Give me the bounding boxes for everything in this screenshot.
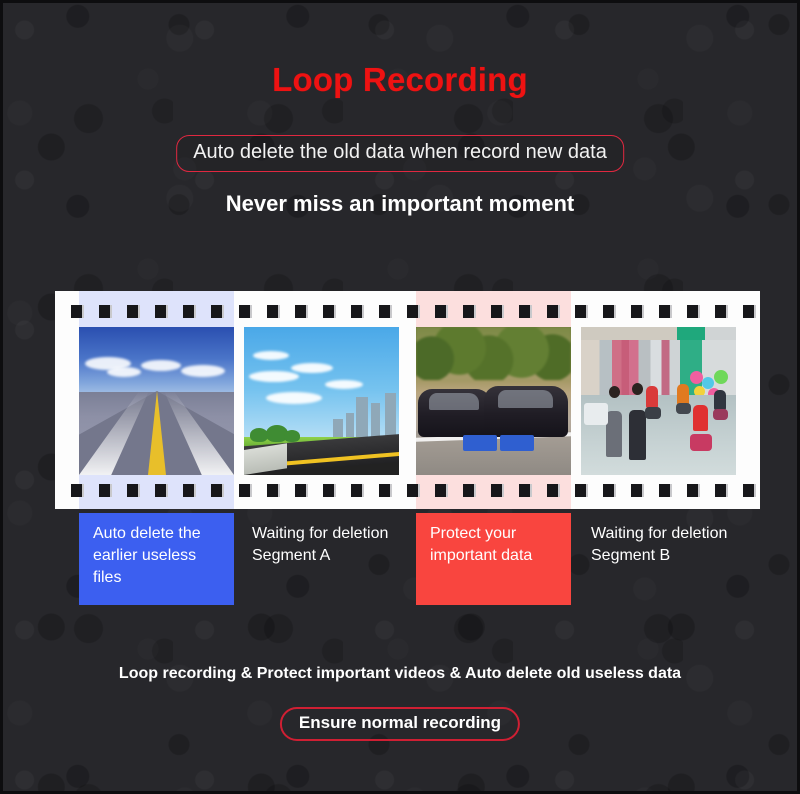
scooter-rider <box>714 389 727 410</box>
footer-summary-text: Loop recording & Protect important video… <box>118 665 682 682</box>
scooter-rider <box>692 404 708 431</box>
cloud <box>106 366 141 377</box>
frame-caption-3: Protect your important data <box>416 513 571 605</box>
sprocket-hole-row <box>71 305 760 318</box>
license-plate <box>499 435 534 452</box>
loop-recording-infographic: Loop Recording Auto delete the old data … <box>0 0 800 794</box>
road-with-city-skyline-photo <box>244 327 399 475</box>
car-right <box>484 386 568 437</box>
skyscraper <box>384 393 396 440</box>
page-title: Loop Recording <box>272 61 528 98</box>
pedestrian <box>629 410 647 461</box>
scooter-rider <box>677 384 690 406</box>
skyscraper <box>356 397 368 440</box>
cloud <box>265 392 322 405</box>
scooter <box>689 434 712 452</box>
sprocket-hole-row <box>71 484 760 497</box>
tree <box>284 430 301 443</box>
cloud <box>290 362 333 373</box>
sprocket-holes-top <box>55 300 760 324</box>
windshield <box>429 392 479 410</box>
highway-over-sea-photo <box>79 327 234 475</box>
license-plate <box>462 435 497 452</box>
film-frame-3 <box>416 327 571 475</box>
car-collision-photo <box>416 327 571 475</box>
scooter-rider <box>646 386 659 409</box>
frame-caption-2: Waiting for deletion Segment A <box>252 525 389 564</box>
cloud <box>141 359 181 371</box>
parked-van <box>584 402 609 425</box>
tagline-text: Never miss an important moment <box>225 191 575 216</box>
skyscraper <box>371 403 381 440</box>
pedestrian-head <box>608 386 620 399</box>
frame-caption-1: Auto delete the earlier useless files <box>79 513 234 605</box>
scooter <box>644 406 661 419</box>
pedestrian <box>605 411 622 458</box>
film-frame-1 <box>79 327 234 475</box>
film-frame-2 <box>244 327 399 475</box>
scooter <box>675 403 691 415</box>
ensure-normal-recording-box: Ensure normal recording <box>279 707 521 741</box>
ensure-normal-recording-text: Ensure normal recording <box>298 713 502 732</box>
sprocket-holes-bottom <box>55 479 760 503</box>
film-strip <box>55 291 760 509</box>
balloon <box>689 371 703 385</box>
film-frame-4 <box>581 327 736 475</box>
film-frames <box>55 327 760 475</box>
windshield <box>497 390 553 409</box>
shop-signage <box>581 327 736 341</box>
roadside-trees <box>416 327 571 381</box>
subtitle-text: Auto delete the old data when record new… <box>193 141 607 163</box>
scooter <box>712 409 728 421</box>
subtitle-callout-box: Auto delete the old data when record new… <box>176 135 624 172</box>
car-left <box>417 389 492 437</box>
busy-street-scooters-photo <box>581 327 736 475</box>
frame-caption-4: Waiting for deletion Segment B <box>591 525 728 564</box>
cloud <box>253 350 290 360</box>
center-line <box>147 391 166 475</box>
